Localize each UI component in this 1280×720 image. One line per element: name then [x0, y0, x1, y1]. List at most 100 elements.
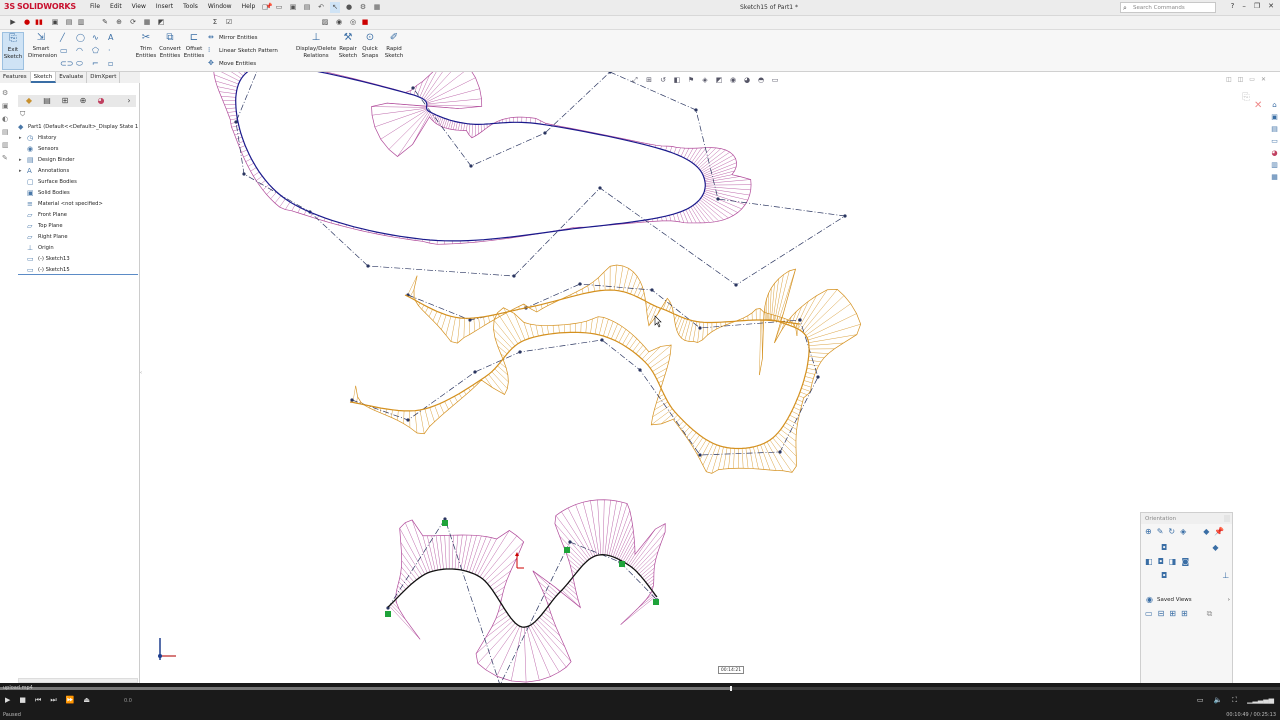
mirror-entities-button[interactable]: ⇹ Mirror Entities [208, 34, 258, 41]
new-view-icon[interactable]: ⊕ [1145, 527, 1152, 536]
front-view-icon[interactable]: ◘ [1158, 557, 1164, 566]
eject-icon[interactable]: ⏏ [83, 696, 90, 705]
appearances-icon[interactable]: ◕ [1270, 148, 1279, 158]
exit-sketch-button[interactable]: ⎘ Exit Sketch [2, 32, 24, 70]
sum-icon[interactable]: Σ [210, 17, 220, 28]
expand-arrow-icon[interactable]: ▸ [19, 155, 22, 166]
display-style-icon[interactable]: ◩ [714, 76, 724, 85]
play-icon[interactable]: ▶ [8, 17, 18, 28]
file-properties-icon[interactable]: ▦ [372, 2, 382, 13]
update-view-icon[interactable]: ✎ [1157, 527, 1164, 536]
display-delete-relations-button[interactable]: ⊥ Display/Delete Relations [296, 32, 336, 59]
tree-node[interactable]: ▱ Right Plane [18, 232, 138, 243]
ellipse-icon[interactable]: ⬭ [76, 59, 92, 69]
menu-edit[interactable]: Edit [110, 3, 122, 10]
tree-node[interactable]: ▣ Solid Bodies [18, 188, 138, 199]
macro-icon[interactable]: ▣ [50, 17, 60, 28]
single-view-icon[interactable]: ▭ [1145, 609, 1153, 619]
featuremanager-tab-icon[interactable]: ◆ [22, 96, 36, 106]
custom-properties-icon[interactable]: ▥ [1270, 160, 1279, 170]
menu-insert[interactable]: Insert [156, 3, 173, 10]
seek-bar-knob[interactable] [729, 686, 732, 691]
sketch-canvas[interactable] [140, 72, 1280, 685]
menu-window[interactable]: Window [208, 3, 232, 10]
viewport-tile-icon[interactable]: ◫ [1226, 76, 1232, 83]
expand-arrow-icon[interactable]: ▸ [19, 166, 22, 177]
reset-view-icon[interactable]: ↻ [1168, 527, 1175, 536]
view-settings-icon[interactable]: ▭ [770, 76, 780, 85]
repair-sketch-button[interactable]: ⚒ Repair Sketch [338, 32, 358, 59]
menu-help[interactable]: Help [242, 3, 256, 10]
bottom-view-icon[interactable]: ◘ [1161, 571, 1167, 580]
tab-features[interactable]: Features [0, 72, 31, 83]
hide-show-icon[interactable]: ◉ [728, 76, 738, 85]
tree-node[interactable]: ⊥ Origin [18, 243, 138, 254]
confirmation-corner[interactable]: ⎘ ✕ [1242, 90, 1262, 111]
viewport-close-icon[interactable]: ✕ [1261, 76, 1266, 83]
zoom-area-icon[interactable]: ⊞ [644, 76, 654, 85]
fillet-icon[interactable]: ⌐ [92, 59, 108, 69]
side-tool-3-icon[interactable]: ◐ [2, 115, 14, 123]
menu-tools[interactable]: Tools [183, 3, 198, 10]
view-icon[interactable]: ▨ [320, 17, 330, 28]
select-icon[interactable]: ↖ [330, 2, 340, 13]
rebuild-icon[interactable]: ● [344, 2, 354, 13]
home-icon[interactable]: ⌂ [1270, 100, 1279, 110]
graphics-area[interactable]: ⤢ ⊞ ↺ ◧ ⚑ ◈ ◩ ◉ ◕ ◓ ▭ ◫ ◫ ▭ ✕ ⎘ ✕ ⌂ ▣ ▤ … [140, 72, 1280, 685]
grid-icon[interactable]: ▦ [142, 17, 152, 28]
tree-node[interactable]: ◆ Part1 (Default<<Default>_Display State … [18, 122, 138, 133]
stop-icon[interactable]: ▮▮ [34, 17, 44, 28]
appearance-icon[interactable]: ◉ [334, 17, 344, 28]
smart-dimension-button[interactable]: ⇲ Smart Dimension [28, 32, 57, 59]
linear-sketch-pattern-button[interactable]: ⁞ Linear Sketch Pattern [208, 47, 278, 54]
two-view-horizontal-icon[interactable]: ⊟ [1158, 609, 1165, 619]
rectangle-icon[interactable]: ▭ [60, 46, 76, 55]
normal-to-icon[interactable]: ⊥ [1222, 571, 1229, 580]
saved-views-row[interactable]: ◉ Saved Views › [1146, 595, 1230, 604]
file-explorer-icon[interactable]: ▭ [1270, 136, 1279, 146]
menu-view[interactable]: View [132, 3, 146, 10]
convert-entities-button[interactable]: ⧉ Convert Entities [158, 32, 182, 59]
plane-sketch-icon[interactable]: ▫ [108, 59, 124, 69]
isometric-icon[interactable]: ◆ [1212, 543, 1218, 552]
back-view-icon[interactable]: ◙ [1181, 557, 1189, 566]
text-icon[interactable]: A [108, 33, 124, 42]
print-icon[interactable]: ▤ [302, 2, 312, 13]
rapid-sketch-button[interactable]: ✐ Rapid Sketch [383, 32, 405, 59]
stop-record-icon[interactable]: ■ [360, 17, 370, 28]
apply-scene-icon[interactable]: ◓ [756, 76, 766, 85]
side-tool-2-icon[interactable]: ▣ [2, 102, 14, 110]
two-view-vertical-icon[interactable]: ⊞ [1169, 609, 1176, 619]
displaymanager-tab-icon[interactable]: ◕ [94, 96, 108, 106]
cube-view-icon[interactable]: ◆ [1203, 527, 1209, 536]
check-icon[interactable]: ☑ [224, 17, 234, 28]
help-icon[interactable]: ? [1231, 2, 1235, 10]
expand-arrow-icon[interactable]: ▸ [19, 133, 22, 144]
line-icon[interactable]: ╱ [60, 33, 76, 42]
solidworks-logo[interactable]: 3S SOLIDWORKS [4, 2, 76, 14]
viewport-cascade-icon[interactable]: ◫ [1238, 76, 1244, 83]
arc-icon[interactable]: ◠ [76, 46, 92, 55]
frame-forward-icon[interactable]: ⏩ [66, 696, 75, 705]
dimxpertmanager-tab-icon[interactable]: ⊕ [76, 96, 90, 106]
tab-evaluate[interactable]: Evaluate [56, 72, 88, 83]
volume-icon[interactable]: 🔈 [1213, 696, 1222, 705]
trim-entities-button[interactable]: ✂ Trim Entities [135, 32, 157, 59]
configurationmanager-tab-icon[interactable]: ⊞ [58, 96, 72, 106]
expand-chevron-icon[interactable]: › [122, 96, 136, 106]
previous-view-icon[interactable]: ↺ [658, 76, 668, 85]
play-pause-icon[interactable]: ▶ [5, 696, 10, 705]
previous-icon[interactable]: ⏮ [35, 696, 41, 705]
side-tool-6-icon[interactable]: ✎ [2, 154, 14, 162]
menu-file[interactable]: File [90, 3, 100, 10]
tree-node[interactable]: ▱ Top Plane [18, 221, 138, 232]
open-icon[interactable]: ▭ [274, 2, 284, 13]
circle-icon[interactable]: ◯ [76, 33, 92, 42]
minimize-button[interactable]: – [1242, 2, 1246, 10]
spline-icon[interactable]: ∿ [92, 33, 108, 42]
polygon-icon[interactable]: ⬠ [92, 46, 108, 55]
design-library-icon[interactable]: ▤ [1270, 124, 1279, 134]
four-view-icon[interactable]: ⊞ [1181, 609, 1188, 619]
viewport-restore-icon[interactable]: ▭ [1249, 76, 1255, 83]
quick-snaps-button[interactable]: ⊙ Quick Snaps [360, 32, 380, 59]
